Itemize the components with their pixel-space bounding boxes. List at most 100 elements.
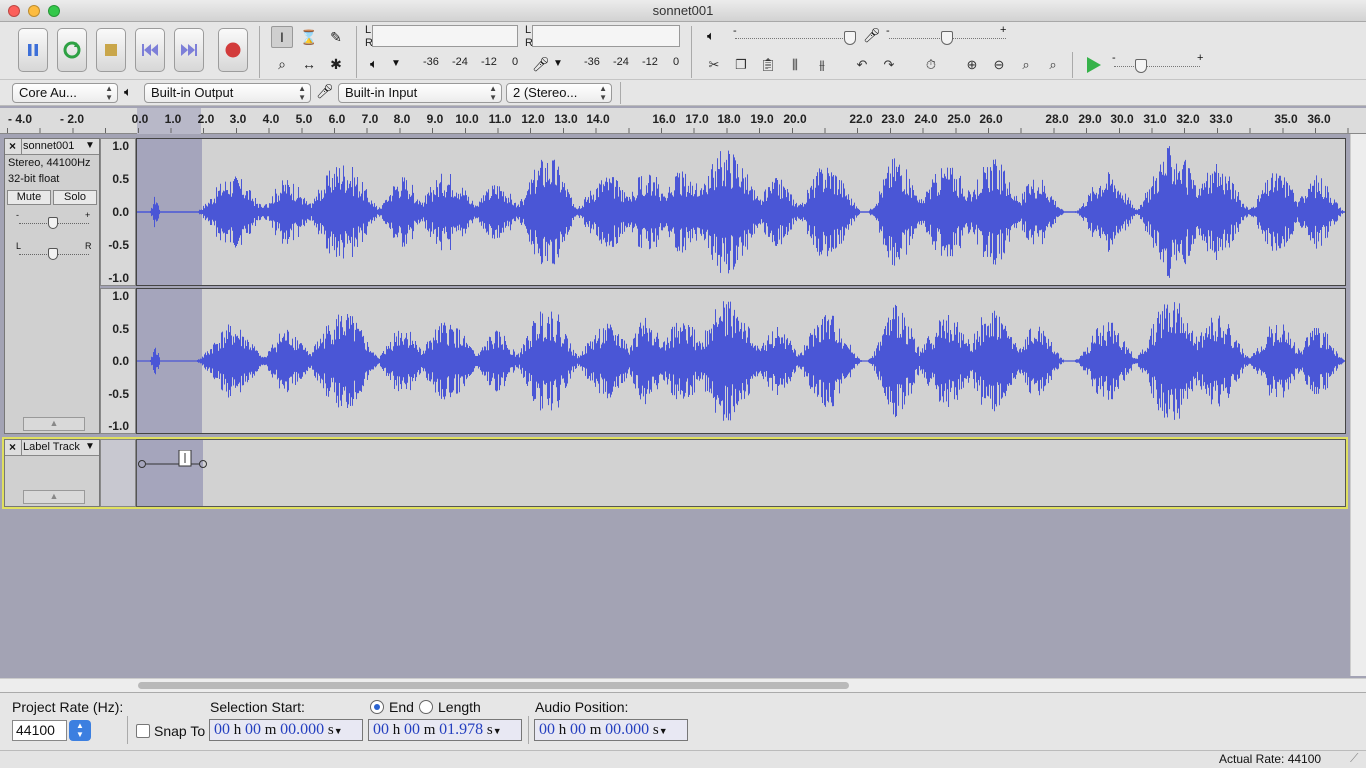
record-meter[interactable] [532, 25, 680, 47]
envelope-tool-button[interactable]: ⌛ [298, 26, 320, 48]
timeline-ruler[interactable]: - 4.0 - 2.0 0.0 1.0 2.0 3.0 4.0 5.0 6.0 7.0 8.0 9.0… [0, 108, 1366, 134]
solo-button[interactable]: Solo [53, 190, 97, 205]
ruler-tick-marks [0, 128, 1366, 133]
time-format-dropdown-icon[interactable]: ▼ [659, 726, 668, 736]
ruler-tick-label: 36.0 [1307, 112, 1331, 126]
vertical-scrollbar[interactable] [1350, 134, 1366, 676]
length-radio-label: Length [438, 699, 481, 715]
draw-tool-button[interactable]: ✎ [325, 26, 347, 48]
fit-selection-button[interactable]: ⌕ [1015, 54, 1037, 76]
play-speed-slider[interactable] [1114, 66, 1200, 67]
fit-project-button[interactable]: ⌕ [1042, 54, 1064, 76]
ruler-tick-label: 22.0 [849, 112, 873, 126]
gain-slider-thumb[interactable] [48, 217, 58, 229]
audio-host-select[interactable]: Core Au... ▲ ▼ [12, 83, 118, 103]
label-track-controls: × Label Track ▼ ▲ [4, 439, 100, 507]
silence-icon: ⫵ [819, 57, 825, 72]
waveform-channel-left[interactable] [136, 138, 1346, 286]
playback-volume-slider[interactable] [735, 38, 853, 39]
cut-button[interactable]: ✂ [703, 54, 725, 76]
toolbar-area [0, 22, 1366, 80]
collapse-track-button[interactable]: ▲ [23, 417, 85, 431]
ruler-tick-label: 31.0 [1143, 112, 1167, 126]
hours-value: 00 [373, 721, 389, 738]
label-region-marker[interactable] [137, 450, 209, 480]
zoom-window-button[interactable] [48, 5, 60, 17]
pan-slider-thumb[interactable] [48, 248, 58, 260]
selection-tool-button[interactable]: I [271, 26, 293, 48]
record-volume-thumb[interactable] [941, 31, 953, 45]
horizontal-scroll-thumb[interactable] [138, 682, 849, 689]
end-radio[interactable] [370, 700, 384, 714]
pause-button[interactable] [18, 28, 48, 72]
trim-button[interactable]: ⫼ [784, 54, 806, 76]
paste-button[interactable]: 📋︎ [757, 54, 779, 76]
silence-button[interactable]: ⫵ [811, 54, 833, 76]
record-scale-label: -12 [642, 56, 658, 68]
time-format-dropdown-icon[interactable]: ▼ [493, 726, 502, 736]
ruler-tick-label: 20.0 [783, 112, 807, 126]
length-radio[interactable] [419, 700, 433, 714]
track-menu-dropdown-icon[interactable]: ▼ [85, 140, 95, 151]
output-device-select[interactable]: Built-in Output ▲ ▼ [144, 83, 311, 103]
play-speed-thumb[interactable] [1135, 59, 1147, 73]
speaker-icon[interactable]: 🔈︎ [370, 56, 378, 72]
mute-button[interactable]: Mute [7, 190, 51, 205]
waveform-channel-right[interactable] [136, 288, 1346, 434]
playback-meter-menu-icon[interactable]: ▼ [391, 58, 401, 69]
audio-position-time-control[interactable]: 00 h 00 m 00.000 s▼ [534, 719, 688, 741]
timer-icon: ⏱ [925, 57, 937, 72]
multi-tool-button[interactable]: ✱ [325, 53, 347, 75]
close-label-track-button[interactable]: × [9, 440, 16, 454]
selection-start-time-control[interactable]: 00 h 00 m 00.000 s▼ [209, 719, 363, 741]
input-device-select[interactable]: Built-in Input ▲ ▼ [338, 83, 502, 103]
label-track-area[interactable] [136, 439, 1346, 507]
hours-value: 00 [214, 721, 230, 738]
horizontal-scrollbar[interactable] [0, 678, 1366, 692]
playback-scale-label: -36 [423, 56, 439, 68]
label-track-name-menu[interactable]: Label Track [23, 441, 80, 453]
resize-grip-icon[interactable]: ⟋ [1350, 751, 1358, 766]
record-meter-menu-icon[interactable]: ▼ [553, 58, 563, 69]
playback-volume-thumb[interactable] [844, 31, 856, 45]
selection-end-time-control[interactable]: 00 h 00 m 01.978 s▼ [368, 719, 522, 741]
minimize-window-button[interactable] [28, 5, 40, 17]
seconds-value: 01.978 [439, 721, 484, 738]
undo-button[interactable]: ↶ [851, 54, 873, 76]
ruler-tick-label: 0.0 [131, 112, 149, 126]
ruler-tick-label: 24.0 [914, 112, 938, 126]
close-track-button[interactable]: × [9, 139, 16, 153]
project-rate-input[interactable]: 44100 [12, 720, 67, 741]
ruler-tick-label: 10.0 [455, 112, 479, 126]
snap-to-checkbox[interactable] [136, 724, 150, 738]
zoom-tool-button[interactable]: ⌕ [271, 53, 293, 75]
stop-button[interactable] [96, 28, 126, 72]
project-rate-label: Project Rate (Hz): [12, 699, 124, 715]
zoom-out-button[interactable]: ⊖ [988, 54, 1010, 76]
copy-button[interactable]: ❐ [730, 54, 752, 76]
zoom-in-button[interactable]: ⊕ [961, 54, 983, 76]
play-at-speed-button[interactable] [1082, 54, 1104, 76]
collapse-label-track-button[interactable]: ▲ [23, 490, 85, 504]
close-window-button[interactable] [8, 5, 20, 17]
time-format-dropdown-icon[interactable]: ▼ [334, 726, 343, 736]
loop-play-button[interactable] [57, 28, 87, 72]
skip-to-start-button[interactable] [135, 28, 165, 72]
label-track-menu-dropdown-icon[interactable]: ▼ [85, 441, 95, 452]
microphone-icon[interactable]: 🎤︎ [532, 56, 550, 73]
ruler-tick-label: 33.0 [1209, 112, 1233, 126]
input-channels-select[interactable]: 2 (Stereo... ▲ ▼ [506, 83, 612, 103]
track-name-menu[interactable]: sonnet001 [23, 140, 74, 152]
output-device-value: Built-in Output [151, 85, 234, 100]
track-format-label: Stereo, 44100Hz [8, 157, 91, 169]
speed-min-label: - [1112, 52, 1116, 64]
collapse-arrow-icon: ▲ [49, 491, 59, 501]
time-shift-tool-button[interactable]: ↔ [298, 53, 320, 75]
skip-to-end-button[interactable] [174, 28, 204, 72]
sync-lock-button[interactable]: ⏱ [920, 54, 942, 76]
ruler-tick-label: 12.0 [521, 112, 545, 126]
playback-meter[interactable] [372, 25, 518, 47]
record-button[interactable] [218, 28, 248, 72]
project-rate-stepper[interactable]: ▲ ▼ [69, 720, 91, 741]
redo-button[interactable]: ↷ [878, 54, 900, 76]
